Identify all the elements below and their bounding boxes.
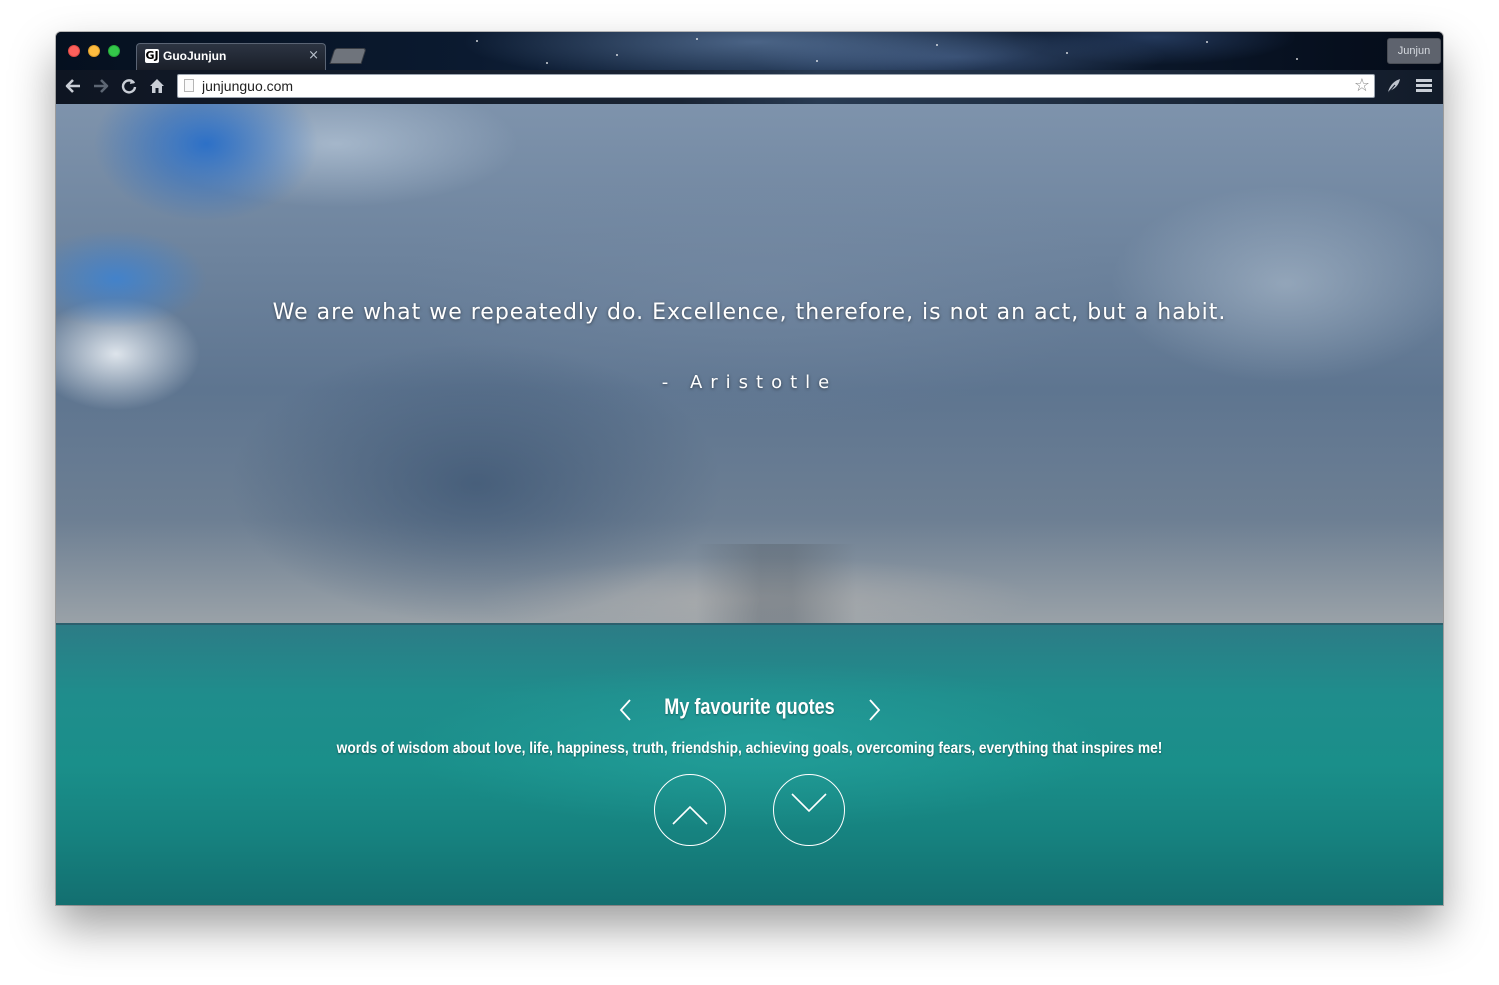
section-subtitle: words of wisdom about love, life, happin…: [336, 740, 1163, 757]
background-star: [1206, 41, 1208, 43]
feather-icon[interactable]: [1384, 76, 1404, 96]
background-sea-image: [56, 625, 1443, 905]
browser-toolbar: ☆: [56, 70, 1443, 104]
window-maximize-button[interactable]: [108, 45, 120, 57]
background-rain-shower: [696, 544, 856, 624]
background-star: [476, 40, 478, 42]
star-icon[interactable]: ☆: [1354, 75, 1370, 97]
background-star: [936, 44, 938, 46]
chevron-up-icon: [672, 805, 708, 825]
site-favicon-icon: GJ: [145, 49, 159, 63]
page-icon: [184, 79, 194, 92]
background-star: [696, 38, 698, 40]
quote-author: - Aristotle: [661, 372, 838, 393]
url-input[interactable]: [202, 77, 1322, 95]
window-minimize-button[interactable]: [88, 45, 100, 57]
scroll-down-button[interactable]: [773, 774, 845, 846]
window-close-button[interactable]: [68, 45, 80, 57]
background-star: [616, 54, 618, 56]
hamburger-menu-icon[interactable]: [1416, 79, 1432, 93]
browser-tab-active[interactable]: GJ GuoJunjun ×: [136, 43, 326, 70]
tab-strip: GJ GuoJunjun × Junjun: [56, 32, 1443, 70]
tab-close-icon[interactable]: ×: [308, 48, 319, 63]
background-star: [1296, 58, 1298, 60]
forward-arrow-icon[interactable]: [90, 75, 112, 97]
background-star: [816, 60, 818, 62]
section-title: My favourite quotes: [664, 694, 835, 719]
reload-icon[interactable]: [118, 75, 140, 97]
chevron-down-icon: [791, 793, 827, 813]
scroll-up-button[interactable]: [654, 774, 726, 846]
background-star: [1066, 52, 1068, 54]
background-star: [546, 62, 548, 64]
page-content: We are what we repeatedly do. Excellence…: [56, 104, 1443, 905]
new-tab-button[interactable]: [329, 48, 367, 64]
browser-window: GJ GuoJunjun × Junjun ☆: [56, 32, 1443, 905]
quote-text: We are what we repeatedly do. Excellence…: [272, 300, 1227, 325]
back-arrow-icon[interactable]: [62, 75, 84, 97]
address-bar[interactable]: ☆: [177, 74, 1375, 98]
profile-button[interactable]: Junjun: [1387, 38, 1441, 64]
chevron-right-icon[interactable]: [862, 696, 886, 724]
tab-title: GuoJunjun: [163, 49, 227, 63]
home-icon[interactable]: [146, 75, 168, 97]
